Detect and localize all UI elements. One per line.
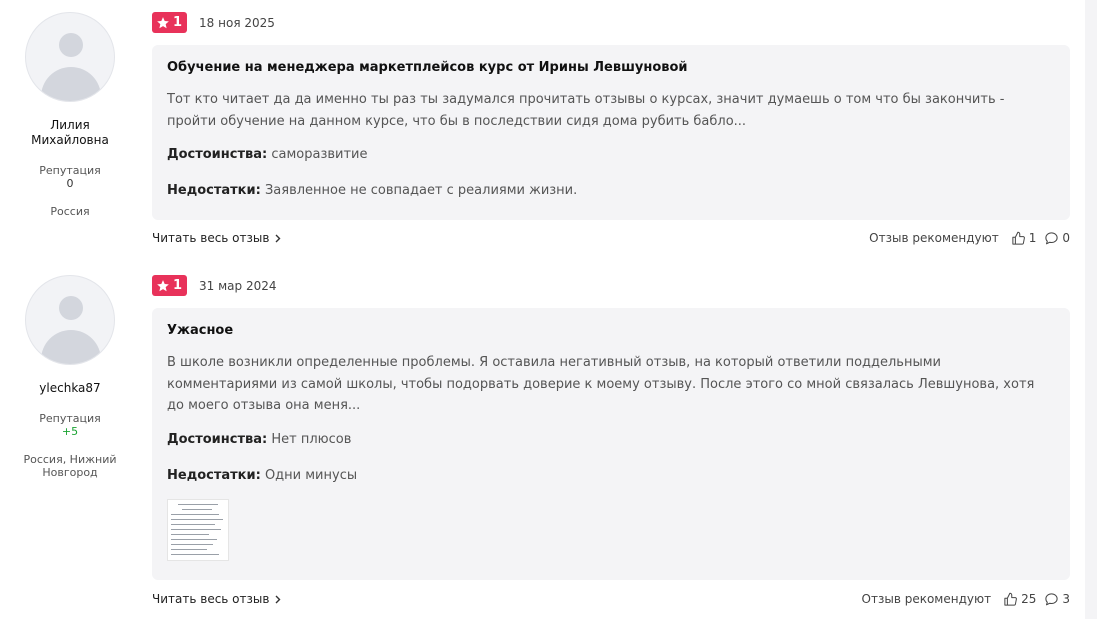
user-avatar-icon[interactable] — [25, 12, 115, 102]
reputation-label: Репутация — [39, 164, 101, 177]
comment-icon — [1045, 231, 1058, 244]
reputation-label: Репутация — [39, 412, 101, 425]
like-button[interactable]: 25 — [1003, 592, 1036, 607]
read-more-label: Читать весь отзыв — [152, 231, 270, 245]
review-title[interactable]: Ужасное — [167, 322, 1055, 340]
like-count: 1 — [1028, 231, 1037, 245]
review-card: Ужасное В школе возникли определенные пр… — [152, 308, 1070, 580]
pros-text: саморазвитие — [271, 147, 368, 162]
pros-label: Достоинства: — [167, 147, 268, 162]
review-date: 18 ноя 2025 — [199, 15, 275, 30]
cons-text: Заявленное не совпадает с реалиями жизни… — [264, 183, 578, 198]
rating-value: 1 — [173, 278, 183, 293]
review-author: Лилия Михайловна Репутация 0 Россия — [22, 12, 118, 218]
reputation-value: 0 — [66, 177, 74, 190]
review-footer: Читать весь отзыв Отзыв рекомендуют 1 0 — [152, 229, 1070, 247]
pros-label: Достоинства: — [167, 431, 268, 447]
review-date: 31 мар 2024 — [199, 278, 277, 293]
read-full-review-link[interactable]: Читать весь отзыв — [152, 231, 281, 245]
review-cons: Недостатки: Заявленное не совпадает с ре… — [167, 182, 1055, 200]
review-photo-thumbnail[interactable] — [167, 498, 229, 561]
recommend-label: Отзыв рекомендуют — [869, 231, 999, 245]
comments-button[interactable]: 0 — [1044, 231, 1070, 246]
rating-value: 1 — [173, 15, 183, 30]
star-icon — [157, 279, 169, 291]
star-icon — [157, 16, 169, 28]
comments-button[interactable]: 3 — [1044, 592, 1070, 607]
rating-badge: 1 — [152, 275, 188, 296]
author-name[interactable]: ylechka87 — [22, 381, 118, 396]
review-text: Тот кто читает да да именно ты раз ты за… — [167, 92, 1005, 129]
review-actions: Отзыв рекомендуют 25 3 — [862, 592, 1070, 607]
review-card: Обучение на менеджера маркетплейсов курс… — [152, 45, 1070, 220]
review-pros: Достоинства: саморазвитие — [167, 146, 1055, 164]
chevron-right-icon — [275, 234, 281, 242]
review-author: ylechka87 Репутация +5 Россия, Нижний Но… — [22, 275, 118, 479]
review-meta: 1 31 мар 2024 — [152, 275, 277, 296]
reputation-value: +5 — [61, 425, 79, 438]
author-location: Россия — [50, 205, 90, 218]
comment-icon — [1045, 592, 1058, 605]
review-meta: 1 18 ноя 2025 — [152, 12, 275, 33]
page-right-edge — [1085, 0, 1097, 619]
thumbs-up-icon — [1004, 592, 1017, 606]
reviews-page: Лилия Михайловна Репутация 0 Россия 1 18… — [0, 0, 1097, 619]
cons-label: Недостатки: — [167, 467, 261, 483]
review-footer: Читать весь отзыв Отзыв рекомендуют 25 3 — [152, 590, 1070, 608]
read-full-review-link[interactable]: Читать весь отзыв — [152, 592, 281, 606]
comment-count: 3 — [1062, 592, 1070, 606]
read-more-label: Читать весь отзыв — [152, 592, 270, 606]
chevron-right-icon — [275, 595, 281, 603]
rating-badge: 1 — [152, 12, 188, 33]
review-cons: Недостатки: Одни минусы — [167, 467, 1055, 485]
author-name[interactable]: Лилия Михайловна — [22, 118, 118, 148]
recommend-label: Отзыв рекомендуют — [861, 592, 992, 606]
cons-label: Недостатки: — [167, 183, 261, 198]
comment-count: 0 — [1062, 231, 1070, 245]
review-title[interactable]: Обучение на менеджера маркетплейсов курс… — [167, 59, 1055, 77]
author-location: Россия, Нижний Новгород — [23, 453, 117, 479]
user-avatar-icon[interactable] — [25, 275, 115, 365]
like-count: 25 — [1021, 592, 1037, 606]
review-actions: Отзыв рекомендуют 1 0 — [869, 231, 1070, 246]
like-button[interactable]: 1 — [1011, 231, 1037, 246]
thumbs-up-icon — [1012, 231, 1025, 245]
review-pros: Достоинства: Нет плюсов — [167, 431, 1055, 449]
cons-text: Одни минусы — [264, 467, 358, 483]
pros-text: Нет плюсов — [271, 431, 352, 447]
review-text: В школе возникли определенные проблемы. … — [167, 355, 1035, 413]
